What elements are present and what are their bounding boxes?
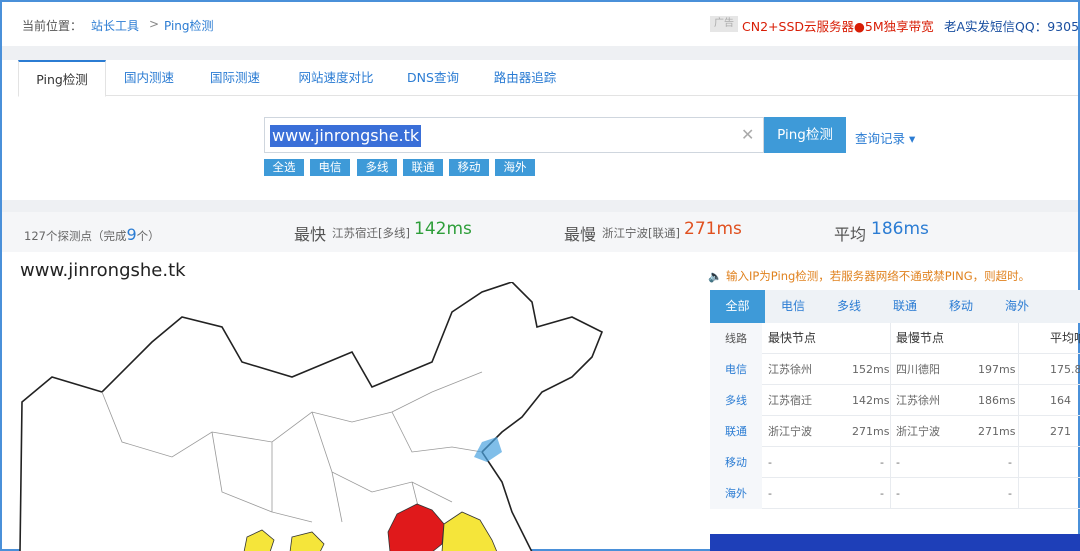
table-row: 多线 江苏宿迁 142ms 江苏徐州 186ms 164 xyxy=(710,385,1080,416)
average-ms: 186ms xyxy=(871,219,929,239)
result-tab-overseas[interactable]: 海外 xyxy=(989,290,1045,323)
ad-link-sms[interactable]: 老A实发短信QQ：930587 xyxy=(944,16,1080,35)
breadcrumb-link-ping[interactable]: Ping检测 xyxy=(164,17,214,34)
divider xyxy=(2,46,1078,60)
ad-tag: 广告 xyxy=(710,16,738,32)
breadcrumb-label: 当前位置： xyxy=(22,19,83,33)
table-row: 联通 浙江宁波 271ms 浙江宁波 271ms 271 xyxy=(710,416,1080,447)
table-row: 电信 江苏徐州 152ms 四川德阳 197ms 175.8 xyxy=(710,354,1080,385)
average-label: 平均 xyxy=(834,225,867,244)
tab-international-speed[interactable]: 国际测速 xyxy=(200,60,270,96)
table-row: 海外 - - - - xyxy=(710,478,1080,509)
slowest-ms: 271ms xyxy=(684,219,742,239)
fastest-label: 最快 xyxy=(294,225,327,244)
filter-overseas[interactable]: 海外 xyxy=(495,159,535,176)
filter-all[interactable]: 全选 xyxy=(264,159,304,176)
slowest-location: 浙江宁波[联通] xyxy=(602,226,680,240)
tab-dns[interactable]: DNS查询 xyxy=(398,60,468,96)
breadcrumb-separator: > xyxy=(149,17,160,31)
result-tab-mobile[interactable]: 移动 xyxy=(933,290,989,323)
tab-traceroute[interactable]: 路由器追踪 xyxy=(484,60,566,96)
filter-mobile[interactable]: 移动 xyxy=(449,159,489,176)
notice-text: 🔈 输入IP为Ping检测，若服务器网络不通或禁PING，则超时。 xyxy=(708,269,1031,283)
map-outline xyxy=(19,282,604,551)
breadcrumb-link-tools[interactable]: 站长工具 xyxy=(91,17,139,34)
fastest-location: 江苏宿迁[多线] xyxy=(332,226,410,240)
search-input-selected-text: www.jinrongshe.tk xyxy=(270,125,422,147)
search-box: www.jinrongshe.tk ✕ xyxy=(264,117,764,153)
result-tab-telecom[interactable]: 电信 xyxy=(765,290,821,323)
divider xyxy=(2,200,1078,212)
tab-domestic-speed[interactable]: 国内测速 xyxy=(114,60,184,96)
tab-ping[interactable]: Ping检测 xyxy=(18,60,106,97)
fastest-ms: 142ms xyxy=(414,219,472,239)
map-title: www.jinrongshe.tk xyxy=(20,260,186,281)
history-dropdown[interactable]: 查询记录 ▾ xyxy=(855,128,915,147)
ad-link[interactable]: CN2+SSD云服务器●5M独享带宽 xyxy=(742,16,934,35)
tool-tabs: Ping检测 国内测速 国际测速 网站速度对比 DNS查询 路由器追踪 xyxy=(18,60,1078,97)
result-tabs: 全部 电信 多线 联通 移动 海外 xyxy=(710,290,1080,323)
filter-telecom[interactable]: 电信 xyxy=(310,159,350,176)
result-tab-all[interactable]: 全部 xyxy=(710,290,765,323)
ping-button[interactable]: Ping检测 xyxy=(764,117,846,153)
tab-speed-compare[interactable]: 网站速度对比 xyxy=(286,60,386,96)
table-row: 移动 - - - - xyxy=(710,447,1080,478)
top-bar: 当前位置： 站长工具 > Ping检测 广告 CN2+SSD云服务器●5M独享带… xyxy=(2,2,1080,46)
bottom-banner[interactable] xyxy=(710,534,1080,551)
china-map xyxy=(19,282,604,551)
filter-multiline[interactable]: 多线 xyxy=(357,159,397,176)
close-icon[interactable]: ✕ xyxy=(741,125,754,144)
stats-bar: 127个探测点（完成9个） 最快 江苏宿迁[多线] 142ms 最慢 浙江宁波[… xyxy=(2,212,1078,252)
table-header: 线路 最快节点 最慢节点 平均响 xyxy=(710,323,1080,354)
result-tab-unicom[interactable]: 联通 xyxy=(877,290,933,323)
probe-count: 127个探测点（完成9个） xyxy=(24,225,160,244)
slowest-label: 最慢 xyxy=(564,225,597,244)
result-tab-multiline[interactable]: 多线 xyxy=(821,290,877,323)
filter-unicom[interactable]: 联通 xyxy=(403,159,443,176)
